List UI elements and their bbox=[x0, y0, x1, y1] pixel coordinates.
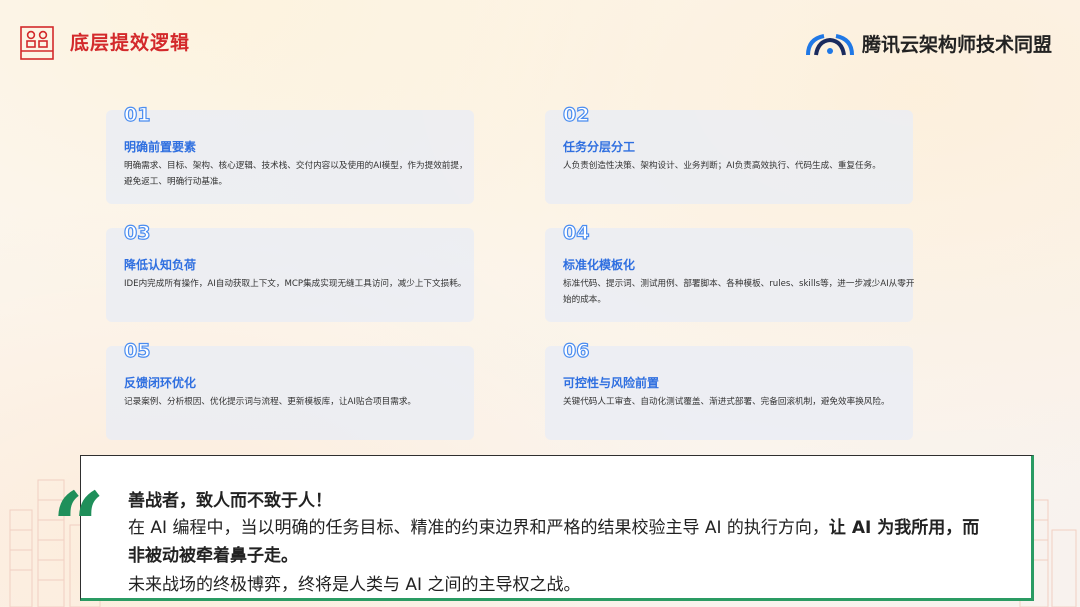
page-title: 底层提效逻辑 bbox=[70, 32, 191, 54]
quote-body-text: 在 AI 编程中，当以明确的任务目标、精准的约束边界和严格的结果校验主导 AI … bbox=[128, 518, 829, 538]
card-title: 明确前置要素 bbox=[124, 140, 197, 154]
card-4: 04 标准化模板化 标准代码、提示词、测试用例、部署脚本、各种模板、rules、… bbox=[545, 221, 915, 322]
card-title: 降低认知负荷 bbox=[124, 258, 197, 272]
card-description: 关键代码人工审查、自动化测试覆盖、渐进式部署、完备回滚机制，避免效率换风险。 bbox=[563, 397, 890, 407]
card-number: 06 bbox=[562, 339, 590, 362]
card-description: IDE内完成所有操作，AI自动获取上下文，MCP集成实现无缝工具访问，减少上下文… bbox=[124, 279, 467, 289]
card-title: 任务分层分工 bbox=[563, 140, 636, 154]
card-6: 06 可控性与风险前置 关键代码人工审查、自动化测试覆盖、渐进式部署、完备回滚机… bbox=[545, 339, 913, 440]
card-number: 02 bbox=[562, 103, 590, 126]
card-1: 01 明确前置要素 明确需求、目标、架构、核心逻辑、技术栈、交付内容以及使用的A… bbox=[106, 103, 474, 204]
grid-logo-icon bbox=[20, 26, 54, 60]
card-number: 03 bbox=[123, 221, 151, 244]
card-title: 可控性与风险前置 bbox=[563, 376, 660, 390]
card-number: 05 bbox=[123, 339, 151, 362]
card-title: 标准化模板化 bbox=[563, 258, 636, 272]
card-number: 04 bbox=[562, 221, 590, 244]
card-2: 02 任务分层分工 人负责创造性决策、架构设计、业务判断；AI负责高效执行、代码… bbox=[545, 103, 913, 204]
card-description: 标准代码、提示词、测试用例、部署脚本、各种模板、rules、skills等，进一… bbox=[563, 279, 915, 305]
card-description: 明确需求、目标、架构、核心逻辑、技术栈、交付内容以及使用的AI模型，作为提效前提… bbox=[124, 161, 468, 187]
card-description: 记录案例、分析根因、优化提示词与流程、更新模板库，让AI贴合项目需求。 bbox=[124, 397, 417, 407]
brand: 腾讯云架构师技术同盟 bbox=[804, 30, 1052, 57]
brand-name: 腾讯云架构师技术同盟 bbox=[861, 34, 1052, 56]
quote-body: 在 AI 编程中，当以明确的任务目标、精准的约束边界和严格的结果校验主导 AI … bbox=[128, 514, 988, 570]
quote-conclusion: 未来战场的终极博弈，终将是人类与 AI 之间的主导权之战。 bbox=[128, 575, 581, 595]
card-3: 03 降低认知负荷 IDE内完成所有操作，AI自动获取上下文，MCP集成实现无缝… bbox=[106, 221, 474, 322]
card-description: 人负责创造性决策、架构设计、业务判断；AI负责高效执行、代码生成、重复任务。 bbox=[563, 161, 881, 171]
card-title: 反馈闭环优化 bbox=[124, 376, 197, 390]
quote-mark-icon: “ bbox=[52, 472, 105, 580]
quote-heading: 善战者，致人而不致于人！ bbox=[128, 491, 332, 511]
card-5: 05 反馈闭环优化 记录案例、分析根因、优化提示词与流程、更新模板库，让AI贴合… bbox=[106, 339, 474, 440]
card-number: 01 bbox=[123, 103, 151, 126]
tencent-cloud-logo-icon bbox=[805, 33, 854, 55]
